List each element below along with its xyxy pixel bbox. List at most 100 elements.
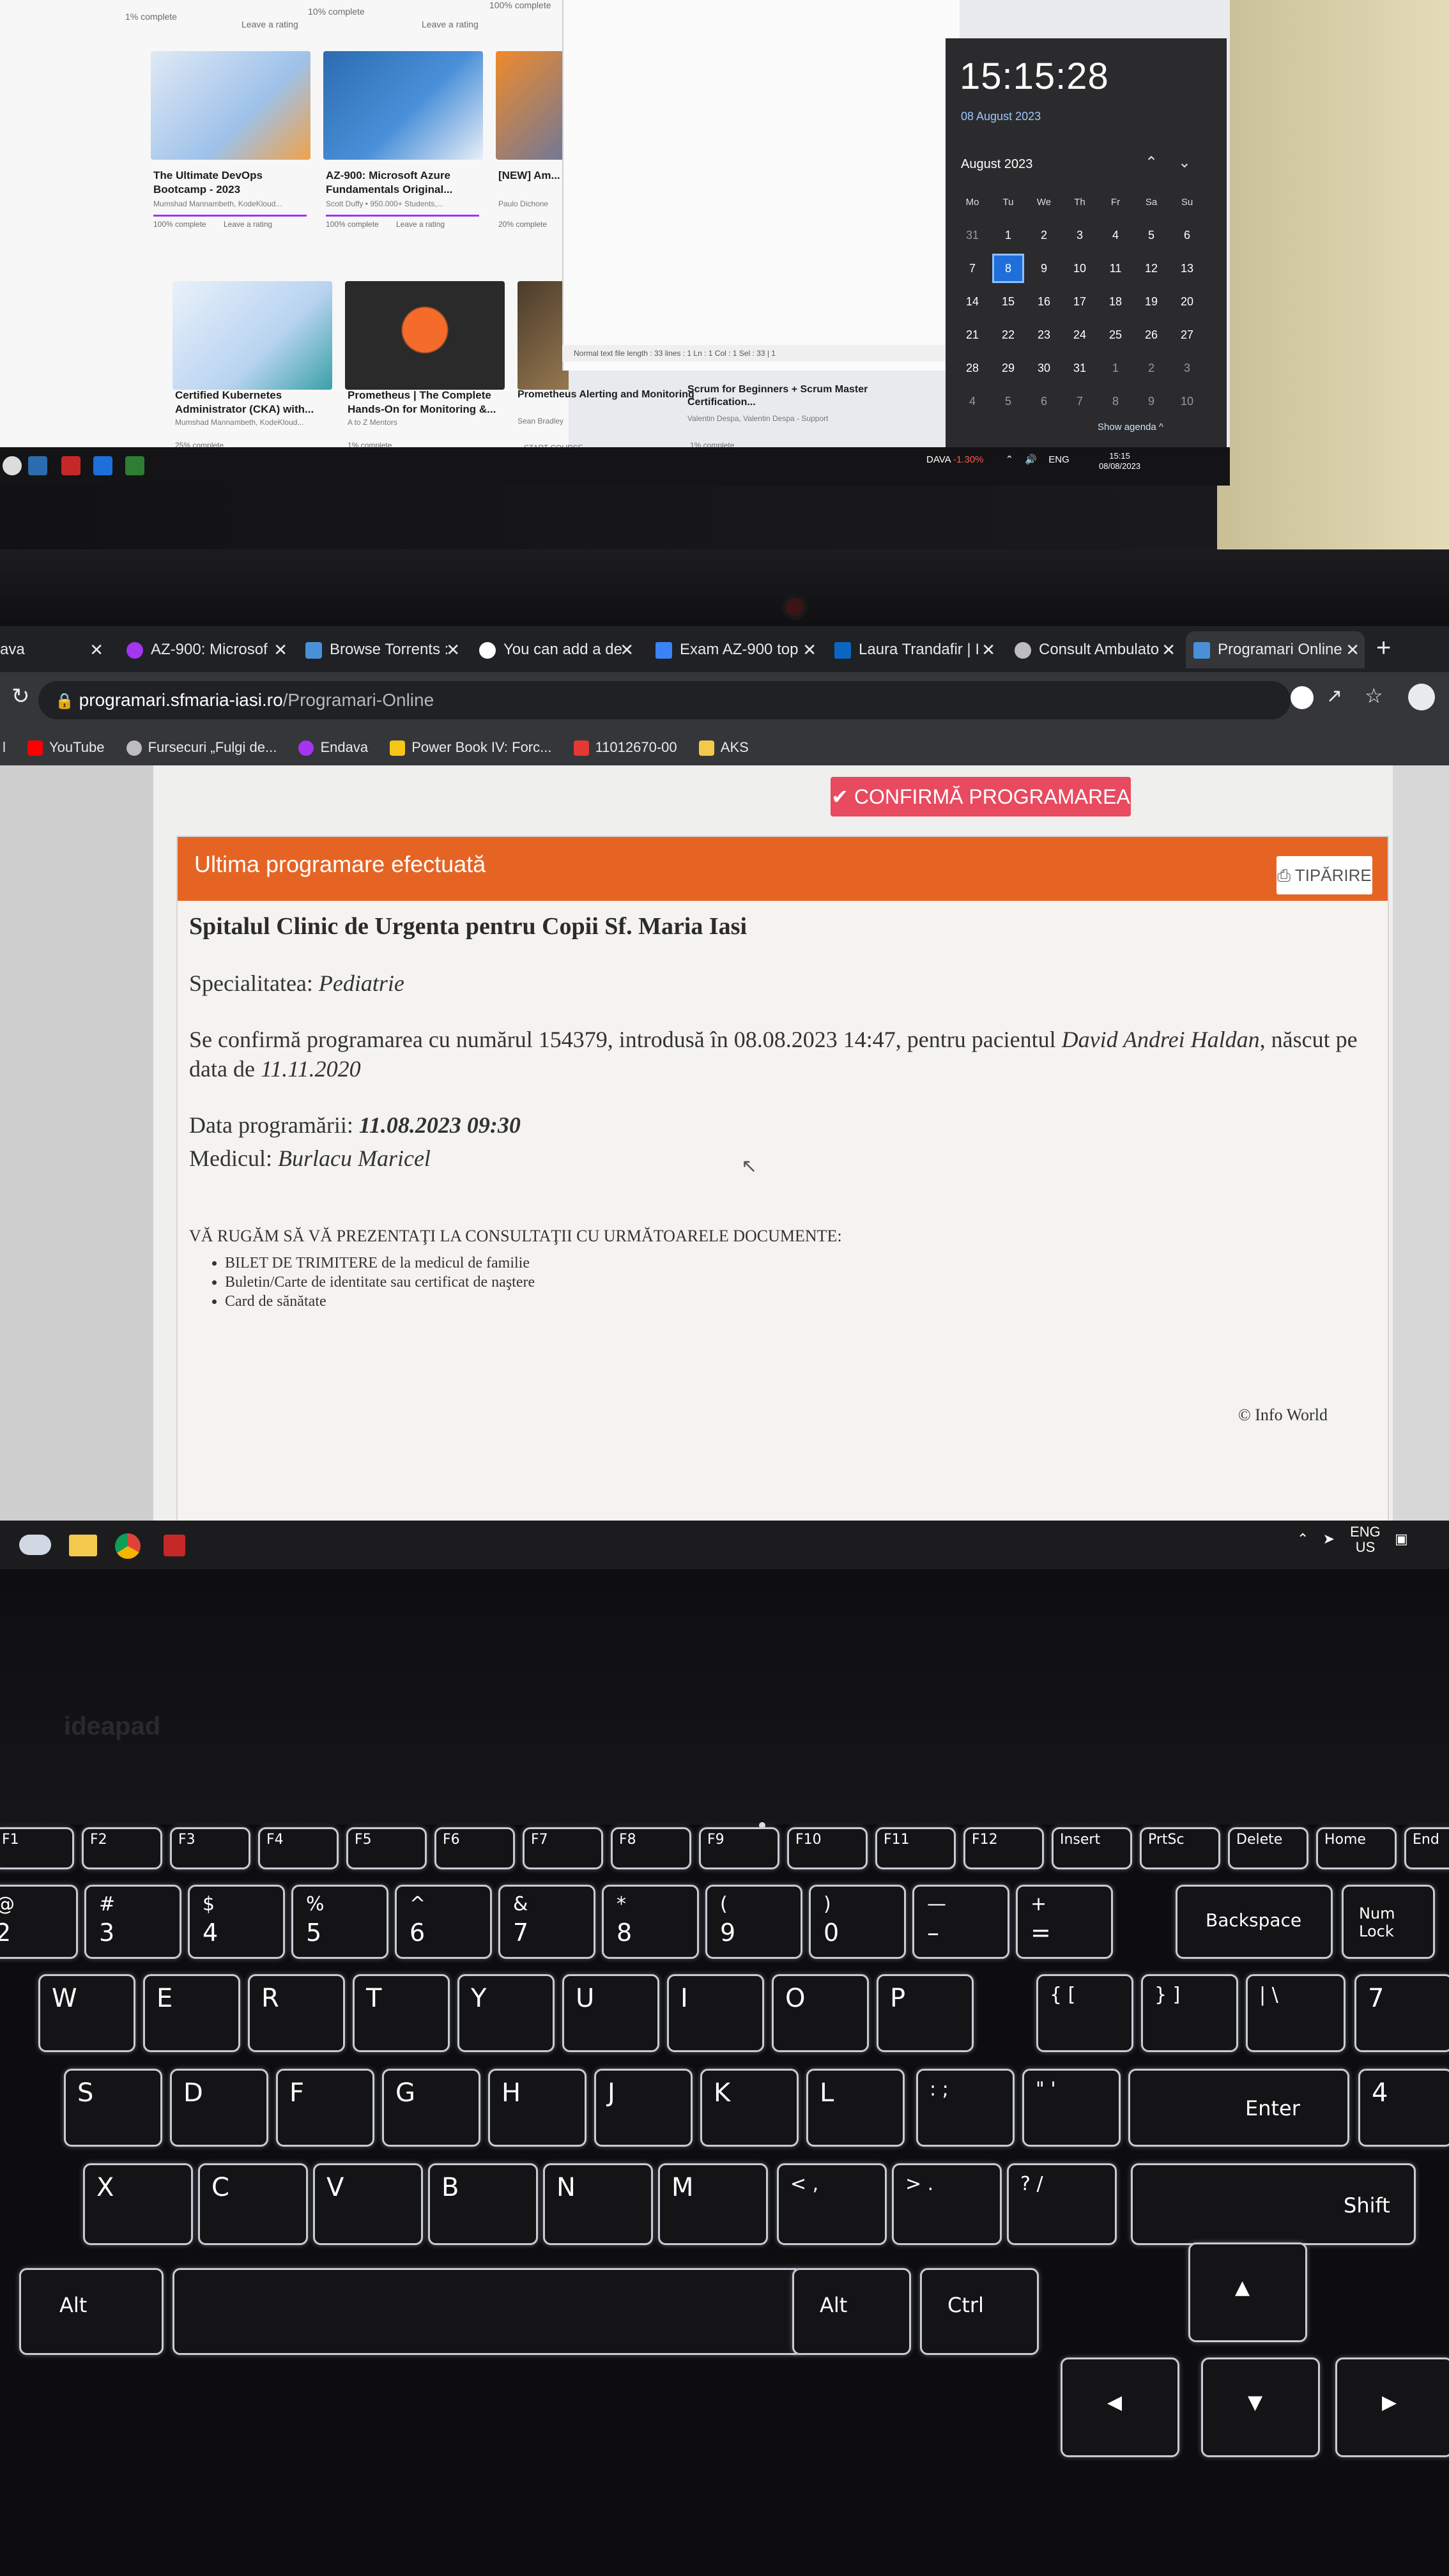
chevron-down-icon[interactable]: ⌄ — [1178, 153, 1191, 172]
calendar-day[interactable]: 21 — [954, 328, 990, 342]
browser-tab[interactable]: You can add a de ✕ — [474, 631, 639, 668]
close-icon[interactable]: ✕ — [981, 631, 995, 668]
period-key[interactable]: > . — [892, 2163, 1002, 2245]
letter-key-u[interactable]: U — [562, 1974, 659, 2052]
shift-key[interactable]: Shift — [1131, 2163, 1416, 2245]
calendar-day[interactable]: 31 — [1062, 362, 1098, 375]
numpad-7-key[interactable]: 7 — [1354, 1974, 1449, 2052]
calendar-day[interactable]: 20 — [1169, 295, 1205, 309]
calendar-day[interactable]: 10 — [1062, 262, 1098, 275]
stock-ticker[interactable]: DAVA — [926, 454, 951, 465]
letter-key-m[interactable]: M — [658, 2163, 768, 2245]
number-key[interactable]: % 5 — [291, 1885, 388, 1959]
letter-key-y[interactable]: Y — [457, 1974, 555, 2052]
bookmark-power-book[interactable]: Power Book IV: Forc... — [390, 730, 551, 765]
letter-key-x[interactable]: X — [83, 2163, 193, 2245]
calendar-day[interactable]: 31 — [954, 229, 990, 242]
bracket-key[interactable]: { [ — [1036, 1974, 1133, 2052]
calendar-day[interactable]: 3 — [1169, 362, 1205, 375]
slash-key[interactable]: ? / — [1007, 2163, 1117, 2245]
bookmark-fursecuri[interactable]: Fursecuri „Fulgi de... — [126, 730, 277, 765]
letter-key-e[interactable]: E — [143, 1974, 240, 2052]
letter-key-t[interactable]: T — [353, 1974, 450, 2052]
course-card[interactable]: Prometheus | The Complete Hands-On for M… — [345, 281, 505, 460]
function-key[interactable]: Home — [1316, 1827, 1397, 1869]
browser-tab-active[interactable]: Programari Online ✕ — [1186, 631, 1365, 668]
close-icon[interactable]: ✕ — [273, 631, 288, 668]
quote-key[interactable]: " ' — [1022, 2069, 1121, 2147]
calendar-day[interactable]: 7 — [954, 262, 990, 275]
calendar-day[interactable]: 23 — [1026, 328, 1062, 342]
function-key[interactable]: F1 — [0, 1827, 74, 1869]
close-icon[interactable]: ✕ — [1346, 631, 1360, 668]
show-agenda-link[interactable]: Show agenda ^ — [1098, 422, 1163, 433]
enter-key[interactable]: Enter — [1128, 2069, 1349, 2147]
file-explorer-icon[interactable] — [69, 1535, 97, 1556]
letter-key-l[interactable]: L — [806, 2069, 905, 2147]
outlook-icon[interactable] — [28, 456, 47, 475]
chevron-up-icon[interactable]: ⌃ — [1145, 153, 1158, 172]
chrome-icon[interactable] — [3, 456, 22, 475]
number-key[interactable]: ) 0 — [809, 1885, 906, 1959]
calendar-day[interactable]: 4 — [954, 395, 990, 408]
close-icon[interactable]: ✕ — [89, 631, 103, 668]
course-card[interactable] — [518, 281, 569, 460]
letter-key-p[interactable]: P — [877, 1974, 974, 2052]
course-card[interactable]: AZ-900: Microsoft Azure Fundamentals Ori… — [323, 51, 483, 230]
calendar-day[interactable]: 6 — [1026, 395, 1062, 408]
clock-date[interactable]: 08 August 2023 — [961, 110, 1041, 123]
number-key[interactable]: (9 — [705, 1885, 802, 1959]
calendar-day[interactable]: 5 — [990, 395, 1026, 408]
notepad-window[interactable] — [562, 0, 960, 371]
alt-right-key[interactable]: Alt — [792, 2268, 911, 2355]
close-icon[interactable]: ✕ — [1162, 631, 1176, 668]
letter-key-i[interactable]: I — [667, 1974, 764, 2052]
calendar-day[interactable]: 1 — [1098, 362, 1133, 375]
arrow-down-key[interactable]: ▼ — [1201, 2358, 1320, 2457]
calendar-day[interactable]: 7 — [1062, 395, 1098, 408]
arrow-up-key[interactable]: ▲ — [1188, 2242, 1307, 2342]
calendar-day[interactable]: 4 — [1098, 229, 1133, 242]
google-icon[interactable] — [1291, 686, 1314, 709]
calendar-day[interactable]: 10 — [1169, 395, 1205, 408]
comma-key[interactable]: < , — [777, 2163, 887, 2245]
browser-tab[interactable]: ava ✕ — [0, 631, 109, 668]
function-key[interactable]: F3 — [170, 1827, 250, 1869]
chevron-up-icon[interactable]: ⌃ — [1297, 1531, 1308, 1547]
calendar-day[interactable]: 30 — [1026, 362, 1062, 375]
letter-key-g[interactable]: G — [382, 2069, 480, 2147]
calendar-day[interactable]: 8 — [1098, 395, 1133, 408]
calendar-day[interactable]: 28 — [954, 362, 990, 375]
bookmark-youtube[interactable]: YouTube — [27, 730, 104, 765]
calendar-day[interactable]: 18 — [1098, 295, 1133, 309]
calendar-day[interactable]: 12 — [1133, 262, 1169, 275]
semicolon-key[interactable]: : ; — [916, 2069, 1015, 2147]
bookmark-11012670[interactable]: 11012670-00 — [573, 730, 677, 765]
calendar-day[interactable]: 9 — [1026, 262, 1062, 275]
calendar-day[interactable]: 5 — [1133, 229, 1169, 242]
new-tab-button[interactable]: + — [1376, 634, 1391, 663]
app-icon[interactable] — [164, 1535, 185, 1556]
close-icon[interactable]: ✕ — [446, 631, 460, 668]
calendar-day[interactable]: 11 — [1098, 262, 1133, 275]
calendar-day[interactable]: 1 — [990, 229, 1026, 242]
calendar-day[interactable]: 13 — [1169, 262, 1205, 275]
function-key[interactable]: F7 — [523, 1827, 603, 1869]
course-card[interactable]: Certified Kubernetes Administrator (CKA)… — [172, 281, 332, 460]
function-key[interactable]: Insert — [1052, 1827, 1132, 1869]
language-indicator[interactable]: ENG — [1048, 454, 1070, 465]
number-key[interactable]: @2 — [0, 1885, 78, 1959]
number-key[interactable]: + = — [1016, 1885, 1113, 1959]
letter-key-b[interactable]: B — [428, 2163, 538, 2245]
spacebar[interactable] — [172, 2268, 802, 2355]
function-key[interactable]: F4 — [258, 1827, 339, 1869]
backspace-key[interactable]: Backspace — [1176, 1885, 1333, 1959]
calendar-day[interactable]: 29 — [990, 362, 1026, 375]
calendar-day[interactable]: 9 — [1133, 395, 1169, 408]
function-key[interactable]: F11 — [875, 1827, 956, 1869]
calendar-month[interactable]: August 2023 — [961, 157, 1032, 172]
bracket-key[interactable]: } ] — [1141, 1974, 1238, 2052]
calendar-day[interactable]: 15 — [990, 295, 1026, 309]
number-key[interactable]: & 7 — [498, 1885, 595, 1959]
letter-key-c[interactable]: C — [198, 2163, 308, 2245]
